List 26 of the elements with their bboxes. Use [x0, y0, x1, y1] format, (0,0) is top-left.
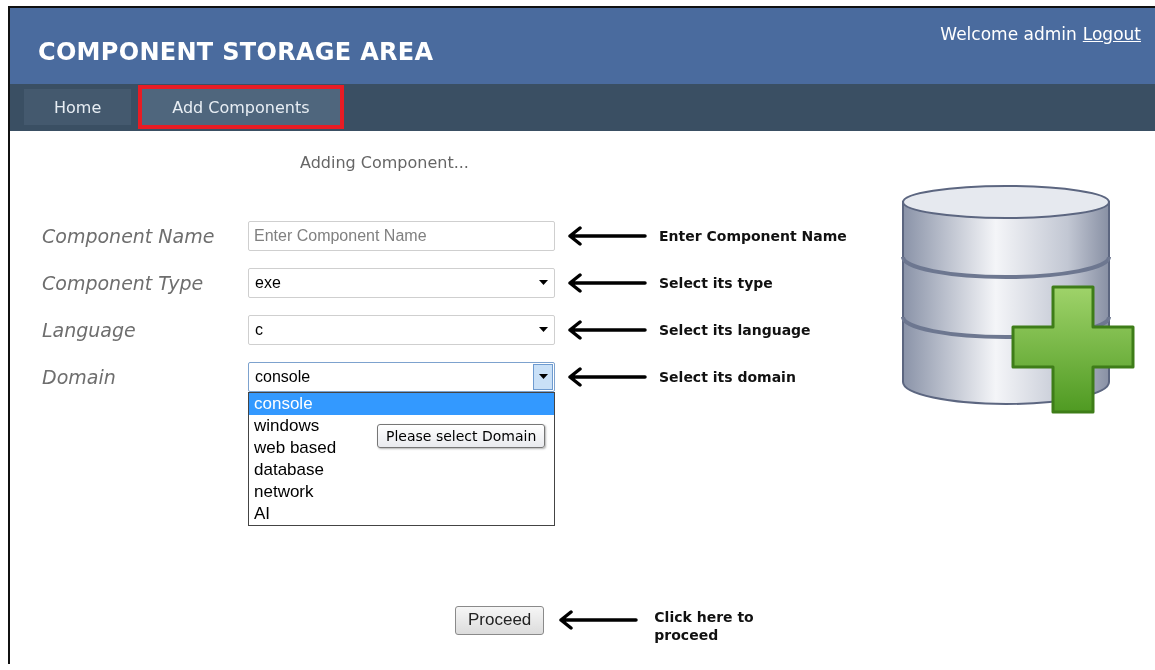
site-title: COMPONENT STORAGE AREA: [38, 38, 434, 66]
text-field[interactable]: Enter Component Name: [248, 220, 555, 251]
caret-icon: [538, 280, 548, 285]
annotation-note: Select its type: [659, 274, 774, 291]
dropdown-option[interactable]: network: [249, 481, 554, 503]
caret-icon: [538, 327, 548, 332]
annotation-note: Enter Component Name: [659, 227, 847, 244]
dropdown-field[interactable]: c: [248, 314, 555, 345]
field-label: Domain: [42, 365, 117, 388]
annotation-note: Select its domain: [659, 368, 797, 385]
status-text: Adding Component...: [300, 153, 469, 172]
dropdown-option[interactable]: database: [249, 459, 554, 481]
nav-tab[interactable]: Add Components: [138, 85, 344, 129]
tooltip: Please select Domain: [377, 424, 546, 448]
annotation-note: Click here to proceed: [654, 608, 755, 644]
field-label: Component Name: [42, 224, 216, 247]
field-label: Component Type: [42, 271, 205, 294]
welcome-text: Welcome admin: [940, 24, 1077, 44]
dropdown-field[interactable]: exe: [248, 267, 555, 298]
caret-icon: [538, 374, 548, 379]
logout-link[interactable]: Logout: [1082, 24, 1141, 44]
dropdown-option[interactable]: AI: [249, 503, 554, 525]
field-label: Language: [42, 318, 137, 341]
annotation-note: Select its language: [659, 321, 812, 338]
proceed-button[interactable]: Proceed: [455, 605, 545, 635]
dropdown-field[interactable]: console: [248, 361, 555, 392]
